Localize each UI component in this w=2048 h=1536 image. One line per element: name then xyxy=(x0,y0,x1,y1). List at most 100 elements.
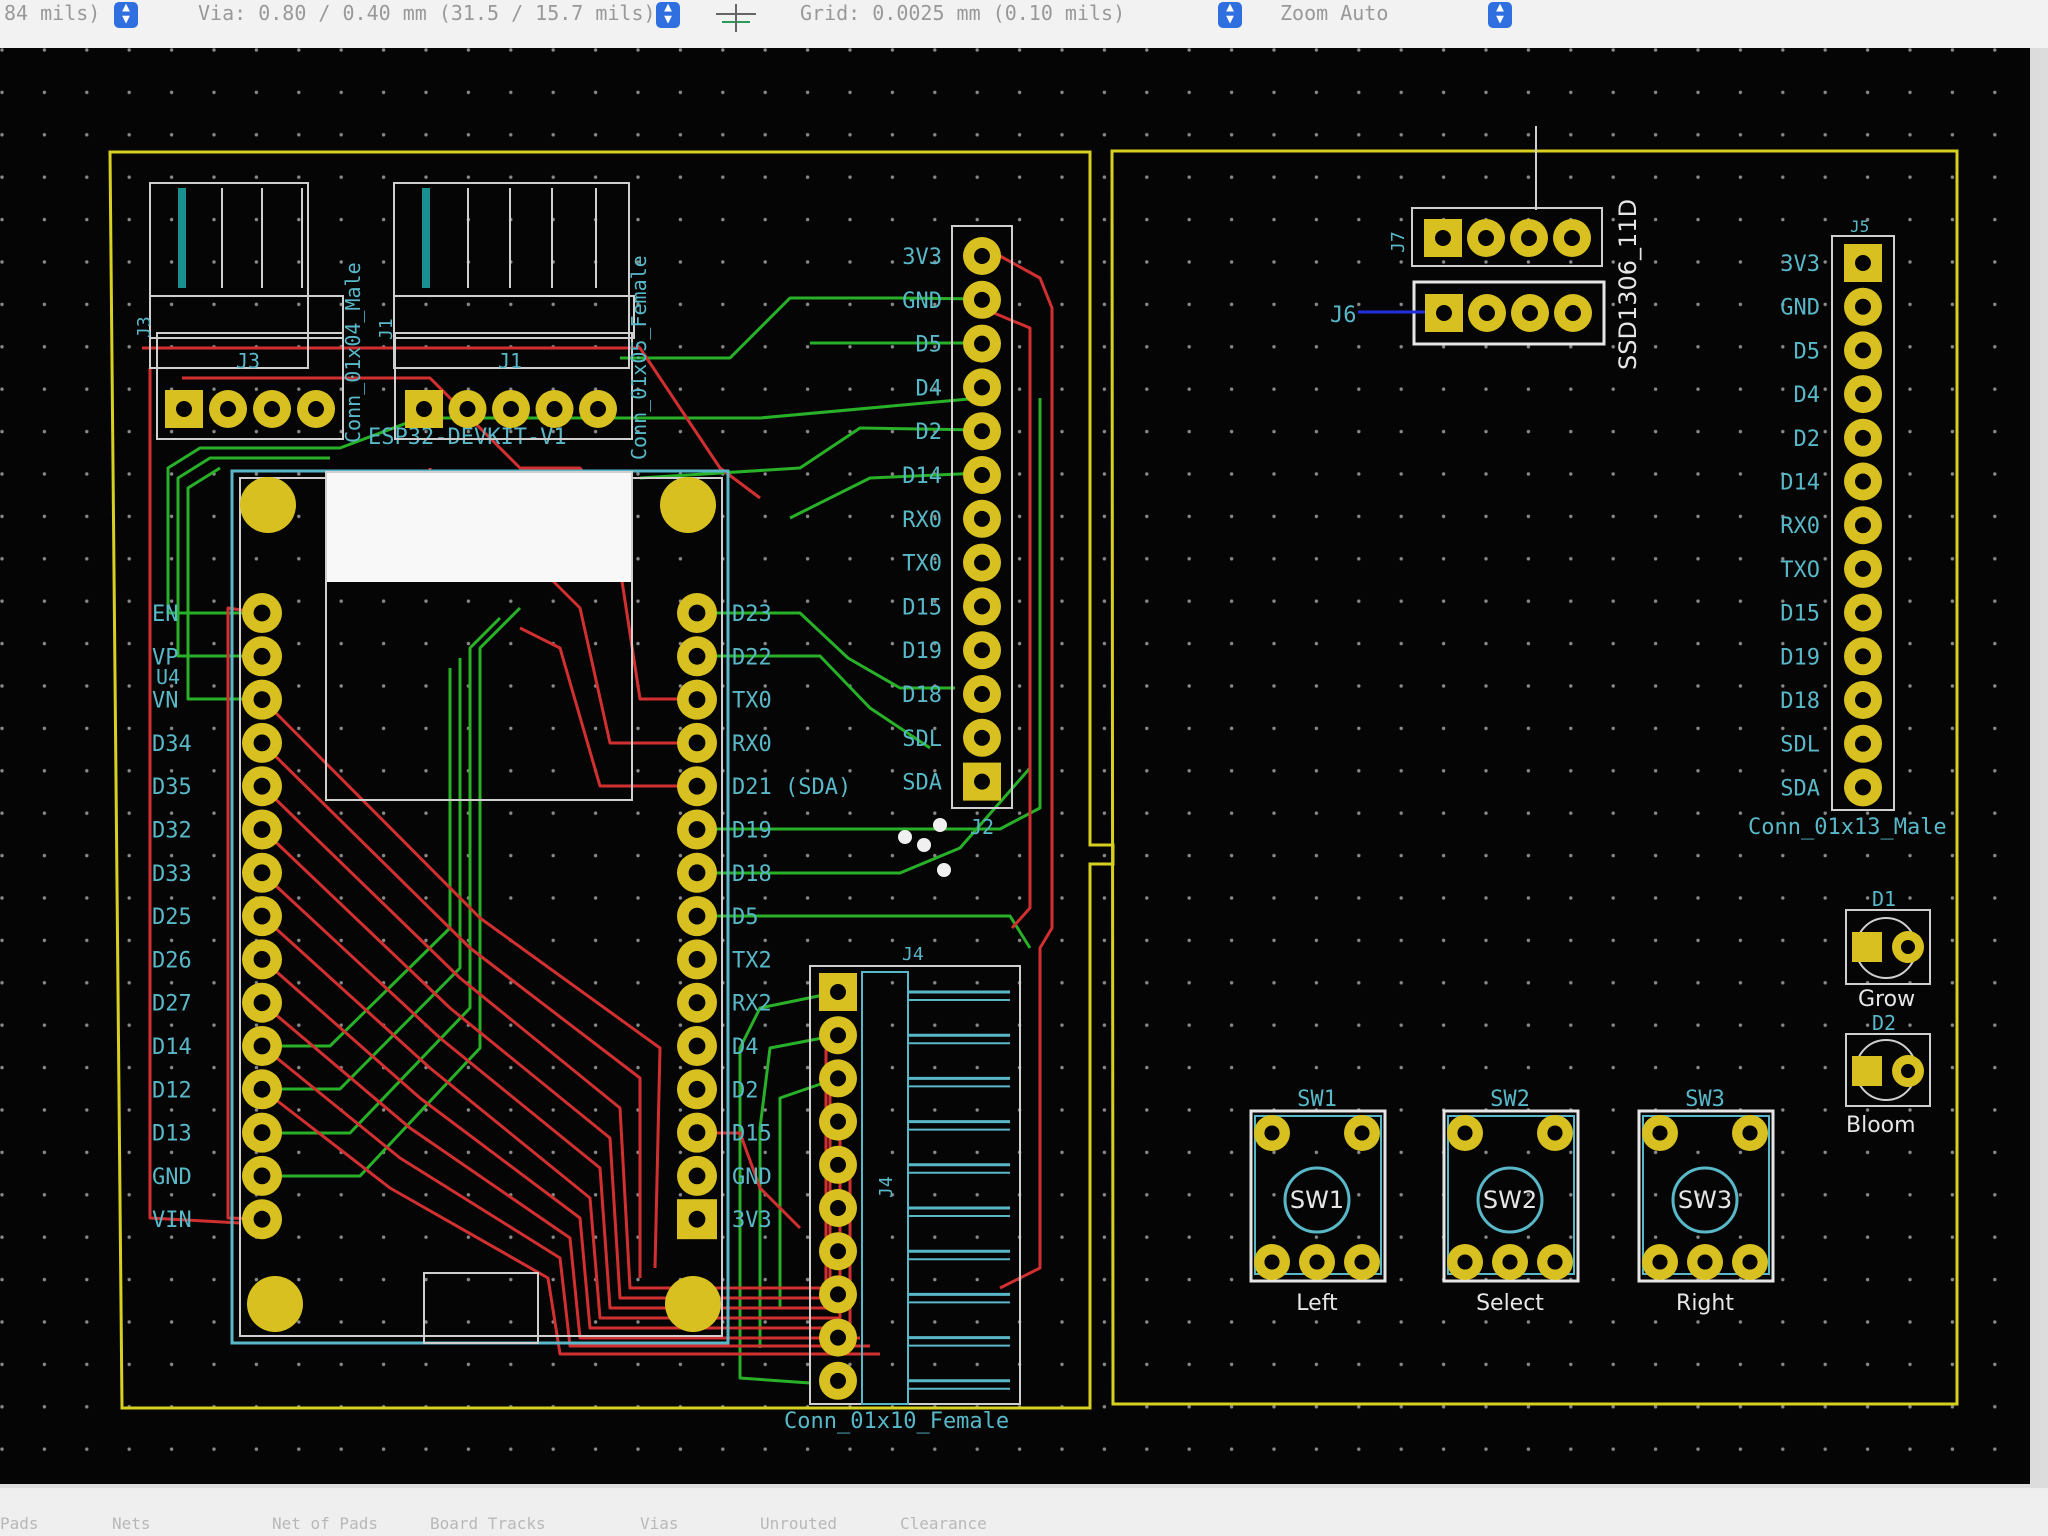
d2-ref: D2 xyxy=(1872,1011,1896,1035)
pad-hole xyxy=(1354,1254,1370,1270)
j3-ref: J3 xyxy=(236,349,260,373)
pad-hole xyxy=(1855,386,1871,403)
mounting-hole xyxy=(660,477,716,533)
j1-pads xyxy=(405,390,617,428)
j3-ref-side: J3 xyxy=(134,316,155,338)
j1-ref-side: J1 xyxy=(376,318,397,340)
pad-hole xyxy=(974,642,990,659)
pin-label: D18 xyxy=(732,862,772,887)
statusbar: Pads Nets Net of Pads Board Tracks Vias … xyxy=(0,1490,2048,1536)
pin-label: D13 xyxy=(152,1122,192,1147)
pad-hole xyxy=(1309,1254,1325,1270)
pin-label: SW2 xyxy=(1490,1087,1530,1112)
pin-label: D19 xyxy=(1780,645,1820,670)
pad-hole xyxy=(264,401,280,417)
pad-hole xyxy=(1547,1125,1563,1141)
j5-value: Conn_01x13_Male xyxy=(1748,815,1947,840)
pad-hole xyxy=(1264,1254,1280,1270)
pad-hole xyxy=(253,907,271,925)
pad-hole xyxy=(1855,255,1871,271)
pcb-canvas[interactable]: ESP32-DEVKIT-V1 U4 ENVPVND34D35D32D33D25… xyxy=(0,48,2048,1488)
pad-hole xyxy=(1264,1125,1280,1141)
pad-hole xyxy=(1652,1125,1668,1141)
pin-label: RX2 xyxy=(732,992,772,1017)
pin-label: D35 xyxy=(152,775,192,800)
pad-hole xyxy=(830,1156,846,1173)
pad-hole xyxy=(688,691,706,708)
pad-hole xyxy=(688,994,706,1012)
pad-hole xyxy=(1564,230,1580,246)
pad-hole xyxy=(253,1167,271,1185)
d1-value: Grow xyxy=(1858,987,1915,1012)
pad-hole xyxy=(1855,648,1871,665)
pad-hole xyxy=(974,686,990,702)
grid-select[interactable]: Grid: 0.0025 mm (0.10 mils) xyxy=(800,0,1125,32)
pin-label: D23 xyxy=(732,602,772,627)
pin-label: D26 xyxy=(152,948,192,973)
via xyxy=(898,830,912,844)
pad-hole xyxy=(253,1080,271,1098)
pin-label: D14 xyxy=(152,1035,192,1060)
pad-hole xyxy=(688,647,706,665)
pin-label: GND xyxy=(732,1165,772,1190)
mounting-hole xyxy=(247,1276,303,1332)
status-vias: Vias xyxy=(640,1514,679,1533)
pin-label: Left xyxy=(1296,1291,1338,1316)
status-pads: Pads xyxy=(0,1514,39,1533)
pad-hole xyxy=(1855,342,1871,359)
pad-hole xyxy=(688,864,706,882)
pad-hole xyxy=(1855,735,1871,752)
grid-spinner-icon[interactable]: ▲ ▼ xyxy=(1218,1,1242,28)
pad-hole xyxy=(1742,1254,1758,1270)
pad-hole xyxy=(1436,305,1452,321)
pad-hole xyxy=(1457,1125,1473,1141)
pad-hole xyxy=(688,907,706,925)
via xyxy=(917,838,931,852)
pad-hole xyxy=(830,1329,846,1346)
pin-label: D22 xyxy=(732,645,772,670)
grid-origin-icon[interactable] xyxy=(712,0,760,32)
via-size-select[interactable]: Via: 0.80 / 0.40 mm (31.5 / 15.7 mils) * xyxy=(198,0,680,32)
pad-hole xyxy=(1479,305,1495,321)
j3-value: Conn_01x04_Male xyxy=(341,262,365,443)
pad-hole xyxy=(974,729,990,746)
j7-ref: J7 xyxy=(1388,231,1409,253)
pad-hole xyxy=(830,1070,846,1087)
pin-label: D4 xyxy=(916,376,943,401)
pad-hole xyxy=(1855,560,1871,577)
pad-hole xyxy=(1354,1125,1370,1141)
pad-hole xyxy=(308,401,324,417)
pad-hole xyxy=(830,1027,846,1044)
pin-label: D5 xyxy=(732,905,759,930)
zoom-select[interactable]: Zoom Auto xyxy=(1280,0,1388,32)
pin-label: SDA xyxy=(902,771,942,796)
pin-label: SW2 xyxy=(1483,1186,1537,1214)
pad-hole xyxy=(1502,1254,1518,1270)
pin-label: TX0 xyxy=(732,689,772,714)
pin-label: D15 xyxy=(902,595,942,620)
pad-hole xyxy=(176,401,192,417)
via-size-spinner-icon[interactable]: ▲ ▼ xyxy=(656,1,680,28)
j4-value: Conn_01x10_Female xyxy=(784,1409,1009,1434)
pad-hole xyxy=(688,821,706,838)
pad-hole xyxy=(1547,1254,1563,1270)
pin-label: D33 xyxy=(152,862,192,887)
track-width-select[interactable]: 84 mils) * xyxy=(4,0,124,32)
pad-hole xyxy=(1855,298,1871,315)
pin-label: GND xyxy=(1780,296,1820,321)
pad-hole xyxy=(830,1372,846,1389)
pin-label: D19 xyxy=(902,639,942,664)
pad-hole xyxy=(1855,692,1871,708)
track-width-spinner-icon[interactable]: ▲ ▼ xyxy=(114,1,138,28)
pad-hole xyxy=(1855,473,1871,490)
antenna-keepout xyxy=(326,472,632,582)
pad-hole xyxy=(974,554,990,571)
pad-hole xyxy=(974,379,990,396)
pad-hole xyxy=(1457,1254,1473,1270)
pad-hole xyxy=(688,1210,706,1228)
zoom-spinner-icon[interactable]: ▲ ▼ xyxy=(1488,1,1512,28)
pin-label: 3V3 xyxy=(732,1208,772,1233)
pin-label: SDL xyxy=(1780,733,1820,758)
status-clearance: Clearance xyxy=(900,1514,987,1533)
pad-hole xyxy=(1697,1254,1713,1270)
